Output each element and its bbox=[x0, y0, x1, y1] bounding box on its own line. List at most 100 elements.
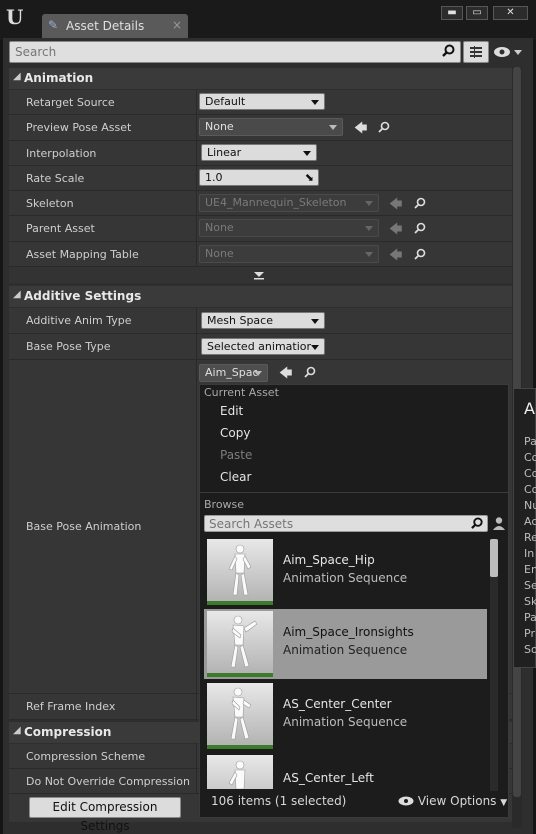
base-pose-animation-combo[interactable]: Aim_Space bbox=[199, 364, 268, 382]
asset-name: Aim_Space_Ironsights bbox=[283, 625, 414, 639]
tooltip-line: Co bbox=[524, 451, 536, 464]
additive-anim-type-dropdown[interactable]: Mesh Space bbox=[201, 312, 325, 329]
asset-name: AS_Center_Center bbox=[283, 697, 392, 711]
browse-magnifier-icon[interactable] bbox=[378, 121, 390, 133]
chevron-down-icon bbox=[311, 100, 319, 105]
chevron-down-icon bbox=[311, 319, 319, 324]
asset-list-scrollbar-thumb[interactable] bbox=[490, 539, 498, 577]
property-label: Interpolation bbox=[26, 147, 97, 160]
tooltip-line: Ac bbox=[524, 515, 536, 528]
asset-type: Animation Sequence bbox=[283, 643, 408, 657]
section-additive-settings[interactable]: ◢ Additive Settings bbox=[9, 286, 512, 307]
mannequin-pose-icon bbox=[230, 687, 252, 740]
mannequin-pose-icon bbox=[228, 544, 252, 596]
menu-separator bbox=[200, 492, 508, 493]
browse-magnifier-icon[interactable] bbox=[414, 248, 426, 260]
property-label: Base Pose Type bbox=[26, 340, 111, 353]
interpolation-dropdown[interactable]: Linear bbox=[201, 144, 317, 161]
property-label: Do Not Override Compression bbox=[26, 775, 190, 788]
menu-item-paste: Paste bbox=[220, 448, 253, 462]
maximize-button[interactable]: ▭ bbox=[466, 6, 488, 20]
asset-tooltip: A Pa Co Co Co Nu Ac Re In En Se Sk Pa Pr… bbox=[513, 388, 536, 668]
section-title: Animation bbox=[24, 71, 94, 85]
skeleton-combo: UE4_Mannequin_Skeleton bbox=[199, 194, 379, 212]
preview-pose-asset-combo[interactable]: None bbox=[199, 118, 343, 136]
collapse-arrow-icon: ◢ bbox=[13, 725, 21, 736]
section-title: Compression bbox=[24, 725, 112, 739]
mannequin-pose-icon bbox=[230, 615, 258, 668]
property-label: Ref Frame Index bbox=[26, 700, 116, 713]
use-selected-arrow-icon[interactable]: 🡄 bbox=[354, 119, 367, 141]
asset-mapping-table-combo: None bbox=[199, 245, 379, 263]
section-title: Additive Settings bbox=[24, 289, 142, 303]
search-icon[interactable] bbox=[471, 517, 484, 530]
tooltip-line: Pr bbox=[524, 627, 535, 640]
menu-item-clear[interactable]: Clear bbox=[220, 470, 251, 484]
tab-label: Asset Details bbox=[66, 19, 145, 33]
chevron-down-icon bbox=[311, 345, 319, 350]
view-options-eye-button[interactable] bbox=[493, 44, 523, 60]
search-input[interactable] bbox=[10, 42, 430, 62]
search-bar[interactable] bbox=[9, 41, 461, 63]
browse-magnifier-icon[interactable] bbox=[304, 366, 316, 378]
row-retarget-source: Retarget Source Default bbox=[9, 90, 512, 115]
asset-name: Aim_Space_Hip bbox=[283, 553, 375, 567]
property-label: Skeleton bbox=[26, 197, 74, 210]
row-rate-scale: Rate Scale 1.0 ⬊ bbox=[9, 166, 512, 191]
row-asset-mapping-table: Asset Mapping Table None 🡄 bbox=[9, 242, 512, 267]
numeric-value: 1.0 bbox=[205, 171, 223, 184]
property-label: Rate Scale bbox=[26, 172, 85, 185]
menu-item-edit[interactable]: Edit bbox=[220, 404, 243, 418]
minimize-button[interactable]: ▬ bbox=[441, 6, 463, 20]
tooltip-line: Co bbox=[524, 467, 536, 480]
chevron-down-icon bbox=[303, 151, 311, 156]
section-animation[interactable]: ◢ Animation bbox=[9, 68, 512, 89]
combo-value: None bbox=[205, 247, 234, 260]
asset-list-item[interactable]: Aim_Space_Hip Animation Sequence bbox=[204, 537, 487, 607]
dropdown-value: Mesh Space bbox=[207, 314, 273, 327]
use-selected-arrow-icon[interactable]: 🡄 bbox=[279, 364, 292, 386]
view-options-label: View Options bbox=[417, 794, 497, 808]
unreal-logo-icon: U bbox=[6, 5, 24, 29]
asset-search-input[interactable] bbox=[205, 516, 465, 531]
retarget-source-dropdown[interactable]: Default bbox=[199, 93, 325, 110]
dropdown-value: Selected animation bbox=[207, 340, 311, 353]
browse-magnifier-icon[interactable] bbox=[414, 197, 426, 209]
tooltip-line: Co bbox=[524, 483, 536, 496]
search-icon[interactable] bbox=[442, 44, 456, 58]
advanced-expander[interactable] bbox=[9, 267, 512, 283]
current-asset-header: Current Asset bbox=[204, 386, 279, 399]
asset-list-item[interactable]: AS_Center_Center Animation Sequence bbox=[204, 681, 487, 751]
rate-scale-input[interactable]: 1.0 ⬊ bbox=[199, 169, 319, 186]
view-options-button[interactable]: View Options ▼ bbox=[398, 794, 507, 808]
chevron-down-icon bbox=[254, 371, 262, 376]
item-count: 106 items (1 selected) bbox=[211, 794, 347, 808]
asset-type: Animation Sequence bbox=[283, 715, 408, 729]
edit-compression-settings-button[interactable]: Edit Compression Settings bbox=[29, 797, 181, 833]
asset-name: AS_Center_Left bbox=[283, 771, 374, 785]
tab-asset-details[interactable]: ✎ Asset Details × bbox=[42, 14, 188, 38]
base-pose-type-dropdown[interactable]: Selected animation bbox=[201, 338, 325, 355]
property-matrix-button[interactable] bbox=[463, 41, 489, 63]
tooltip-line: En bbox=[524, 563, 536, 576]
chevron-down-icon bbox=[329, 125, 337, 130]
combo-value: None bbox=[205, 120, 234, 133]
close-button[interactable]: ✕ bbox=[493, 6, 528, 20]
menu-item-copy[interactable]: Copy bbox=[220, 426, 250, 440]
asset-list-item-selected[interactable]: Aim_Space_Ironsights Animation Sequence bbox=[204, 609, 487, 679]
tooltip-line: Re bbox=[524, 531, 536, 544]
asset-thumbnail bbox=[207, 755, 273, 789]
chevron-down-icon bbox=[365, 226, 373, 231]
browse-header: Browse bbox=[204, 498, 245, 511]
tab-close-icon[interactable]: × bbox=[172, 18, 182, 32]
row-interpolation: Interpolation Linear bbox=[9, 141, 512, 166]
browse-magnifier-icon[interactable] bbox=[414, 222, 426, 234]
asset-search-box[interactable] bbox=[204, 515, 488, 532]
resize-arrow-icon: ⬊ bbox=[304, 171, 314, 184]
asset-thumbnail bbox=[207, 539, 273, 605]
grid-icon bbox=[470, 46, 482, 58]
asset-list-item[interactable]: AS_Center_Left bbox=[204, 753, 487, 789]
mannequin-pose-icon bbox=[228, 760, 246, 789]
person-filter-icon[interactable] bbox=[492, 516, 506, 531]
row-parent-asset: Parent Asset None 🡄 bbox=[9, 216, 512, 242]
